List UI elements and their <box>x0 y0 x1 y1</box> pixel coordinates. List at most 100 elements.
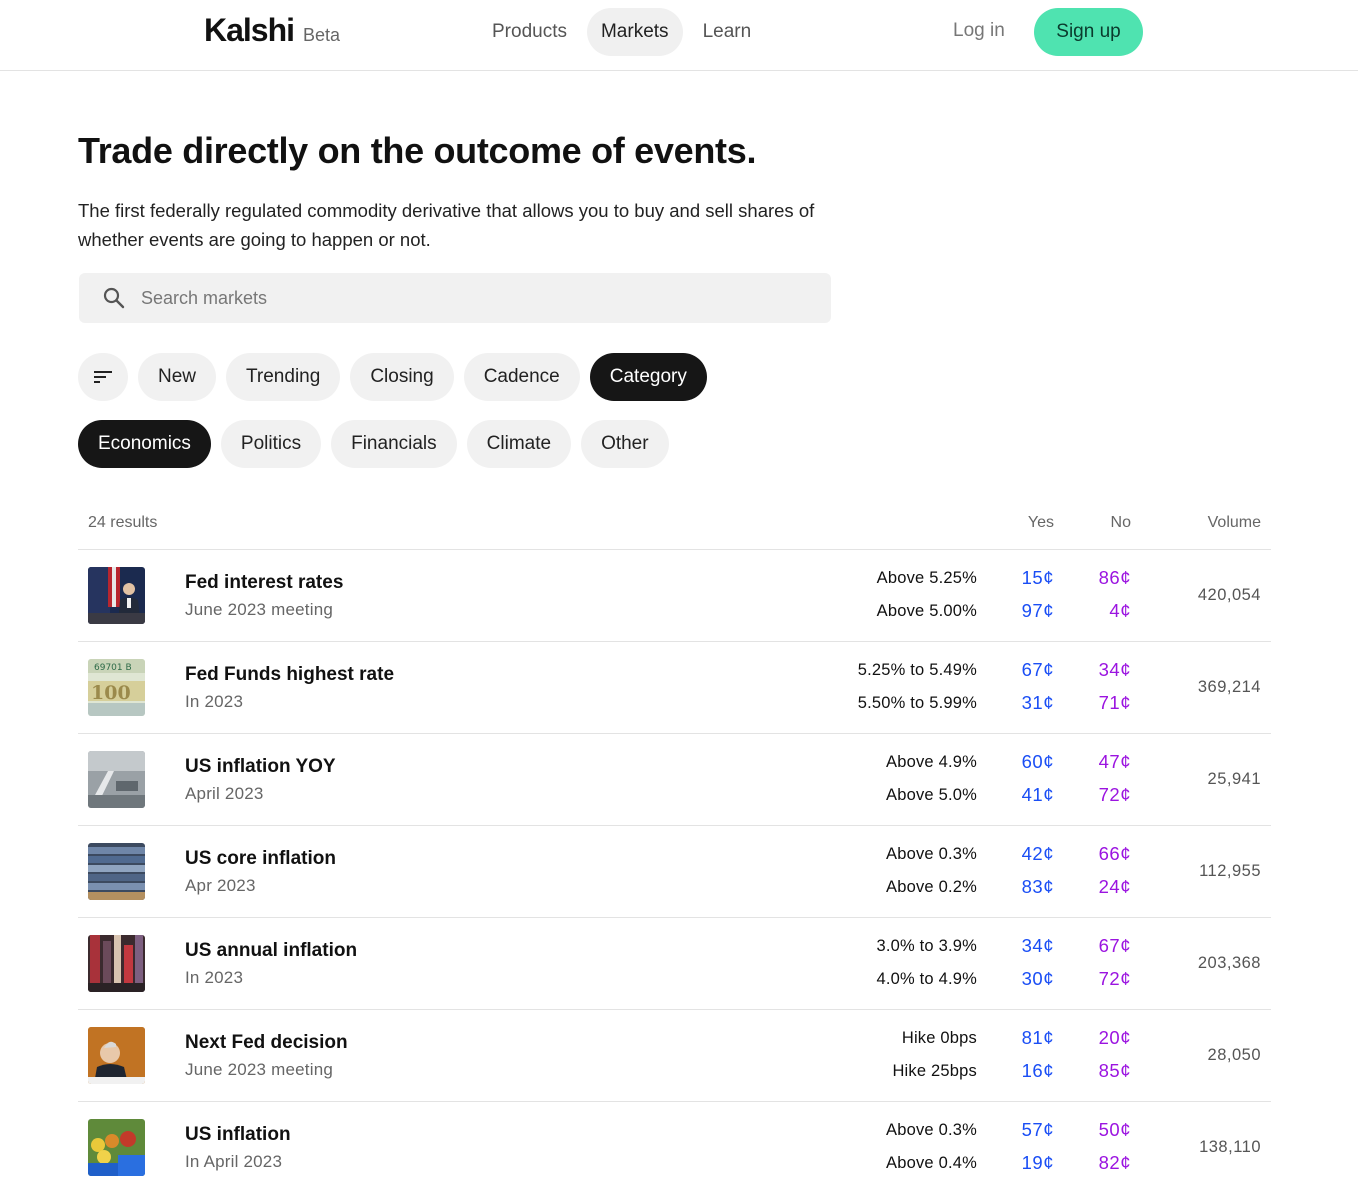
category-climate[interactable]: Climate <box>466 420 572 468</box>
market-thumbnail <box>88 1119 145 1176</box>
category-politics[interactable]: Politics <box>220 420 322 468</box>
no-price[interactable]: 67¢ <box>1099 935 1131 957</box>
market-subtitle: Apr 2023 <box>185 876 256 895</box>
market-thumbnail <box>88 567 145 624</box>
column-no[interactable]: No <box>1111 514 1131 532</box>
market-title[interactable]: US core inflation <box>185 848 336 870</box>
outcome-label: 5.25% to 5.49% <box>857 661 977 679</box>
no-price[interactable]: 20¢ <box>1099 1027 1131 1049</box>
no-price[interactable]: 47¢ <box>1099 751 1131 773</box>
yes-price[interactable]: 60¢ <box>1022 751 1054 773</box>
filter-category[interactable]: Category <box>589 353 707 401</box>
market-title[interactable]: Next Fed decision <box>185 1032 348 1054</box>
outcome-label: Above 5.0% <box>886 786 977 804</box>
no-price[interactable]: 66¢ <box>1099 843 1131 865</box>
market-row[interactable]: US inflation YOY April 2023 Above 4.9% 6… <box>78 734 1271 826</box>
market-subtitle: June 2023 meeting <box>185 600 334 619</box>
no-price[interactable]: 72¢ <box>1099 784 1131 806</box>
sort-button[interactable] <box>78 353 128 401</box>
outcome-label: Above 5.25% <box>876 569 977 587</box>
page-description: The first federally regulated commodity … <box>78 200 815 250</box>
market-subtitle: In 2023 <box>185 692 244 711</box>
market-thumbnail <box>88 1027 145 1084</box>
beta-badge: Beta <box>303 25 341 45</box>
results-count: 24 results <box>88 514 158 531</box>
yes-price[interactable]: 67¢ <box>1022 659 1054 681</box>
outcome-label: Above 0.3% <box>886 845 977 863</box>
filter-trending[interactable]: Trending <box>226 353 341 401</box>
market-volume: 25,941 <box>1207 770 1261 788</box>
outcome-label: Hike 25bps <box>892 1062 977 1080</box>
yes-price[interactable]: 31¢ <box>1022 692 1054 714</box>
market-title[interactable]: US inflation <box>185 1124 291 1146</box>
nav-markets[interactable]: Markets <box>586 8 683 56</box>
yes-price[interactable]: 97¢ <box>1022 600 1054 622</box>
nav-products[interactable]: Products <box>478 8 581 56</box>
no-price[interactable]: 82¢ <box>1099 1152 1131 1174</box>
outcome-label: 4.0% to 4.9% <box>876 970 977 988</box>
market-title[interactable]: Fed Funds highest rate <box>185 664 394 686</box>
no-price[interactable]: 72¢ <box>1099 968 1131 990</box>
market-subtitle: June 2023 meeting <box>185 1060 334 1079</box>
category-financials[interactable]: Financials <box>331 420 457 468</box>
column-yes[interactable]: Yes <box>1028 514 1054 532</box>
market-row[interactable]: US annual inflation In 2023 3.0% to 3.9%… <box>78 918 1271 1010</box>
yes-price[interactable]: 57¢ <box>1022 1119 1054 1141</box>
svg-text:69701 B: 69701 B <box>94 663 132 673</box>
yes-price[interactable]: 34¢ <box>1022 935 1054 957</box>
no-price[interactable]: 86¢ <box>1099 567 1131 589</box>
market-subtitle: In 2023 <box>185 968 244 987</box>
no-price[interactable]: 50¢ <box>1099 1119 1131 1141</box>
filter-closing[interactable]: Closing <box>350 353 454 401</box>
market-row[interactable]: US inflation In April 2023 Above 0.3% 57… <box>78 1102 1271 1185</box>
filter-cadence[interactable]: Cadence <box>463 353 580 401</box>
market-row[interactable]: US core inflation Apr 2023 Above 0.3% 42… <box>78 826 1271 918</box>
no-price[interactable]: 71¢ <box>1099 692 1131 714</box>
kalshi-logo[interactable]: Kalshi Beta <box>204 12 340 49</box>
no-price[interactable]: 34¢ <box>1099 659 1131 681</box>
no-price[interactable]: 85¢ <box>1099 1060 1131 1082</box>
market-thumbnail: 69701 B 100 <box>88 659 145 716</box>
outcome-label: Above 4.9% <box>886 753 977 771</box>
market-title[interactable]: Fed interest rates <box>185 572 343 594</box>
yes-price[interactable]: 30¢ <box>1022 968 1054 990</box>
market-volume: 203,368 <box>1197 954 1261 972</box>
outcome-label: 5.50% to 5.99% <box>857 694 977 712</box>
market-row[interactable]: Next Fed decision June 2023 meeting Hike… <box>78 1010 1271 1102</box>
yes-price[interactable]: 19¢ <box>1022 1152 1054 1174</box>
outcome-label: Above 5.00% <box>876 602 977 620</box>
main-nav: Products Markets Learn <box>478 8 771 56</box>
market-row[interactable]: 69701 B 100 Fed Funds highest rate In 20… <box>78 642 1271 734</box>
yes-price[interactable]: 15¢ <box>1022 567 1054 589</box>
market-volume: 112,955 <box>1199 862 1261 880</box>
market-thumbnail <box>88 843 145 900</box>
column-volume[interactable]: Volume <box>1208 514 1261 532</box>
yes-price[interactable]: 16¢ <box>1022 1060 1054 1082</box>
search-icon <box>103 287 125 309</box>
no-price[interactable]: 4¢ <box>1109 600 1131 622</box>
nav-learn[interactable]: Learn <box>689 8 766 56</box>
market-row[interactable]: Fed interest rates June 2023 meeting Abo… <box>78 550 1271 642</box>
market-title[interactable]: US inflation YOY <box>185 756 336 778</box>
svg-text:100: 100 <box>91 682 131 704</box>
signup-button[interactable]: Sign up <box>1034 8 1143 56</box>
filter-new[interactable]: New <box>138 353 217 401</box>
search-input[interactable] <box>141 273 801 323</box>
yes-price[interactable]: 42¢ <box>1022 843 1054 865</box>
markets-list: Fed interest rates June 2023 meeting Abo… <box>78 550 1271 1185</box>
outcome-label: Above 0.2% <box>886 878 977 896</box>
no-price[interactable]: 24¢ <box>1099 876 1131 898</box>
logo-text: Kalshi <box>204 12 295 48</box>
yes-price[interactable]: 41¢ <box>1022 784 1054 806</box>
outcome-label: Above 0.3% <box>886 1121 977 1139</box>
market-title[interactable]: US annual inflation <box>185 940 357 962</box>
login-link[interactable]: Log in <box>953 20 1005 42</box>
market-subtitle: In April 2023 <box>185 1152 283 1171</box>
category-chips: Economics Politics Financials Climate Ot… <box>78 420 679 468</box>
market-volume: 420,054 <box>1197 586 1261 604</box>
yes-price[interactable]: 81¢ <box>1022 1027 1054 1049</box>
top-navigation-bar: Kalshi Beta Products Markets Learn Log i… <box>0 0 1358 71</box>
category-economics[interactable]: Economics <box>78 420 211 468</box>
category-other[interactable]: Other <box>581 420 669 468</box>
yes-price[interactable]: 83¢ <box>1022 876 1054 898</box>
